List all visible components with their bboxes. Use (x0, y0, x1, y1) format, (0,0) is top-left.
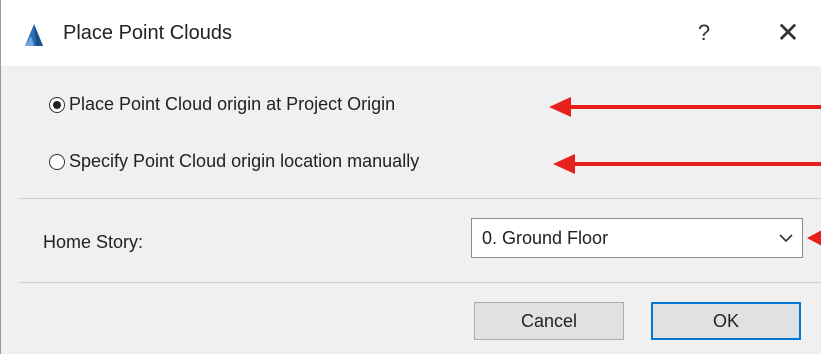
home-story-value: 0. Ground Floor (482, 227, 609, 248)
app-icon (25, 24, 43, 46)
radio-button-checked[interactable] (49, 96, 65, 113)
home-story-select[interactable]: 0. Ground Floor (471, 218, 803, 258)
radio-label: Specify Point Cloud origin location manu… (69, 151, 420, 171)
red-arrow-icon (807, 230, 821, 246)
help-button[interactable]: ? (689, 20, 719, 46)
home-story-label: Home Story: (43, 232, 144, 252)
chevron-down-icon[interactable] (770, 218, 802, 258)
ok-button[interactable]: OK (651, 302, 801, 340)
divider (19, 282, 821, 283)
radio-option-project-origin[interactable]: Place Point Cloud origin at Project Orig… (49, 94, 395, 115)
red-arrow-icon (553, 154, 821, 174)
divider (19, 198, 821, 199)
title-bar: Place Point Clouds ? ✕ (1, 0, 821, 66)
dialog-title: Place Point Clouds (63, 22, 232, 44)
cancel-button[interactable]: Cancel (474, 302, 624, 340)
place-point-clouds-dialog: Place Point Clouds ? ✕ Place Point Cloud… (0, 0, 821, 354)
radio-button-unchecked[interactable] (49, 153, 65, 170)
close-button[interactable]: ✕ (771, 16, 805, 49)
radio-option-manual[interactable]: Specify Point Cloud origin location manu… (49, 151, 419, 172)
red-arrow-icon (549, 97, 821, 117)
radio-label: Place Point Cloud origin at Project Orig… (69, 94, 396, 114)
